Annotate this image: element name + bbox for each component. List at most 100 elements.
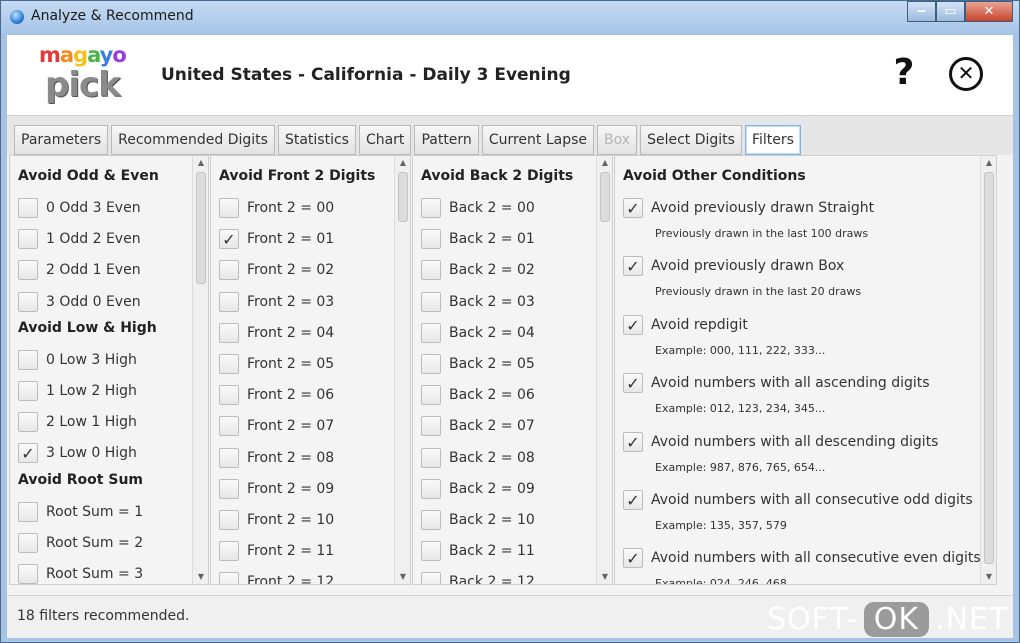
checkbox-row[interactable]: Back 2 = 08 xyxy=(421,447,535,469)
scroll-up-icon[interactable]: ▲ xyxy=(193,156,208,170)
checkbox-row[interactable]: 2 Odd 1 Even xyxy=(18,259,141,281)
tab-statistics[interactable]: Statistics xyxy=(277,125,356,155)
checkbox-unchecked[interactable] xyxy=(219,541,239,562)
help-icon[interactable]: ? xyxy=(889,53,919,93)
checkbox-row[interactable]: Back 2 = 05 xyxy=(421,353,535,375)
checkbox-unchecked[interactable] xyxy=(18,412,38,433)
checkbox-unchecked[interactable] xyxy=(219,572,239,584)
checkbox-row[interactable]: Front 2 = 03 xyxy=(219,291,334,313)
checkbox-unchecked[interactable] xyxy=(421,385,441,406)
checkbox-row[interactable]: 1 Odd 2 Even xyxy=(18,228,141,250)
checkbox-unchecked[interactable] xyxy=(219,447,239,468)
checkbox-row[interactable]: Front 2 = 04 xyxy=(219,322,334,344)
tab-filters[interactable]: Filters xyxy=(744,125,801,155)
scroll-down-icon[interactable]: ▼ xyxy=(981,570,996,584)
checkbox-row[interactable]: Front 2 = 05 xyxy=(219,353,334,375)
checkbox-row[interactable]: Front 2 = 10 xyxy=(219,509,334,531)
checkbox-row[interactable]: Front 2 = 02 xyxy=(219,259,334,281)
checkbox-unchecked[interactable] xyxy=(421,260,441,281)
checkbox-unchecked[interactable] xyxy=(18,349,38,370)
tab-parameters[interactable]: Parameters xyxy=(14,125,109,155)
checkbox-checked[interactable]: ✓ xyxy=(623,431,643,452)
checkbox-unchecked[interactable] xyxy=(18,501,38,522)
checkbox-unchecked[interactable] xyxy=(421,510,441,530)
checkbox-row[interactable]: Back 2 = 00 xyxy=(421,197,535,219)
checkbox-unchecked[interactable] xyxy=(421,447,441,468)
checkbox-checked[interactable]: ✓ xyxy=(623,256,643,277)
checkbox-row[interactable]: Back 2 = 11 xyxy=(421,540,535,562)
checkbox-row[interactable]: ✓ Avoid previously drawn Box xyxy=(623,255,844,277)
checkbox-row[interactable]: 1 Low 2 High xyxy=(18,380,137,402)
checkbox-unchecked[interactable] xyxy=(219,291,239,312)
scrollbar-panel-1[interactable]: ▲ ▼ xyxy=(192,156,208,584)
checkbox-unchecked[interactable] xyxy=(421,291,441,312)
checkbox-row[interactable]: 0 Odd 3 Even xyxy=(18,197,141,219)
checkbox-row[interactable]: 3 Odd 0 Even xyxy=(18,291,141,313)
checkbox-row[interactable]: ✓ 3 Low 0 High xyxy=(18,442,137,464)
checkbox-checked[interactable]: ✓ xyxy=(18,443,38,464)
checkbox-unchecked[interactable] xyxy=(18,198,38,218)
checkbox-row[interactable]: 2 Low 1 High xyxy=(18,411,137,433)
scrollbar-panel-4[interactable]: ▲ ▼ xyxy=(980,156,996,584)
checkbox-row[interactable]: Back 2 = 02 xyxy=(421,259,535,281)
close-circle-icon[interactable]: ✕ xyxy=(949,57,983,91)
checkbox-unchecked[interactable] xyxy=(219,510,239,530)
checkbox-checked[interactable]: ✓ xyxy=(623,198,643,218)
checkbox-unchecked[interactable] xyxy=(421,354,441,374)
scroll-thumb[interactable] xyxy=(398,172,408,222)
checkbox-unchecked[interactable] xyxy=(18,564,38,584)
checkbox-row[interactable]: ✓ Front 2 = 01 xyxy=(219,228,334,250)
checkbox-row[interactable]: Back 2 = 09 xyxy=(421,478,535,500)
checkbox-unchecked[interactable] xyxy=(421,229,441,250)
checkbox-unchecked[interactable] xyxy=(421,478,441,499)
maximize-button[interactable]: ▭ xyxy=(936,1,965,22)
checkbox-row[interactable]: ✓ Avoid numbers with all ascending digits xyxy=(623,372,930,394)
checkbox-row[interactable]: ✓ Avoid numbers with all descending digit… xyxy=(623,431,938,453)
checkbox-checked[interactable]: ✓ xyxy=(623,314,643,335)
checkbox-unchecked[interactable] xyxy=(219,416,239,437)
scroll-thumb[interactable] xyxy=(196,172,206,284)
checkbox-unchecked[interactable] xyxy=(421,572,441,584)
title-bar[interactable]: Analyze & Recommend ‒ ▭ ✕ xyxy=(1,1,1019,33)
checkbox-row[interactable]: Root Sum = 3 xyxy=(18,563,143,584)
close-window-button[interactable]: ✕ xyxy=(965,1,1013,22)
checkbox-row[interactable]: Front 2 = 06 xyxy=(219,384,334,406)
checkbox-unchecked[interactable] xyxy=(18,229,38,250)
scrollbar-panel-3[interactable]: ▲ ▼ xyxy=(596,156,612,584)
checkbox-unchecked[interactable] xyxy=(18,260,38,281)
checkbox-row[interactable]: Front 2 = 07 xyxy=(219,415,334,437)
checkbox-row[interactable]: Back 2 = 10 xyxy=(421,509,535,531)
checkbox-unchecked[interactable] xyxy=(219,260,239,281)
checkbox-checked[interactable]: ✓ xyxy=(623,548,643,569)
scroll-up-icon[interactable]: ▲ xyxy=(395,156,410,170)
checkbox-unchecked[interactable] xyxy=(219,198,239,218)
checkbox-row[interactable]: Root Sum = 2 xyxy=(18,532,143,554)
scroll-up-icon[interactable]: ▲ xyxy=(597,156,612,170)
checkbox-unchecked[interactable] xyxy=(219,478,239,499)
checkbox-checked[interactable]: ✓ xyxy=(623,490,643,510)
checkbox-row[interactable]: ✓ Avoid previously drawn Straight xyxy=(623,197,874,219)
scrollbar-panel-2[interactable]: ▲ ▼ xyxy=(394,156,410,584)
checkbox-row[interactable]: Front 2 = 09 xyxy=(219,478,334,500)
tab-chart[interactable]: Chart xyxy=(358,125,412,155)
checkbox-row[interactable]: Back 2 = 06 xyxy=(421,384,535,406)
checkbox-checked[interactable]: ✓ xyxy=(623,373,643,394)
checkbox-unchecked[interactable] xyxy=(18,381,38,401)
checkbox-row[interactable]: Back 2 = 03 xyxy=(421,291,535,313)
scroll-thumb[interactable] xyxy=(600,172,610,222)
tab-recommended-digits[interactable]: Recommended Digits xyxy=(111,125,275,155)
checkbox-row[interactable]: Back 2 = 07 xyxy=(421,415,535,437)
checkbox-row[interactable]: Root Sum = 1 xyxy=(18,501,143,523)
checkbox-row[interactable]: ✓ Avoid numbers with all consecutive odd … xyxy=(623,489,973,511)
checkbox-row[interactable]: Front 2 = 08 xyxy=(219,447,334,469)
checkbox-unchecked[interactable] xyxy=(421,541,441,562)
checkbox-row[interactable]: ✓ Avoid numbers with all consecutive even… xyxy=(623,547,981,569)
checkbox-row[interactable]: ✓ Avoid repdigit xyxy=(623,314,748,336)
checkbox-row[interactable]: Back 2 = 01 xyxy=(421,228,535,250)
checkbox-row[interactable]: 0 Low 3 High xyxy=(18,349,137,371)
checkbox-row[interactable]: Front 2 = 12 xyxy=(219,571,334,584)
scroll-up-icon[interactable]: ▲ xyxy=(981,156,996,170)
checkbox-unchecked[interactable] xyxy=(219,354,239,374)
scroll-down-icon[interactable]: ▼ xyxy=(395,570,410,584)
scroll-thumb[interactable] xyxy=(984,172,994,564)
